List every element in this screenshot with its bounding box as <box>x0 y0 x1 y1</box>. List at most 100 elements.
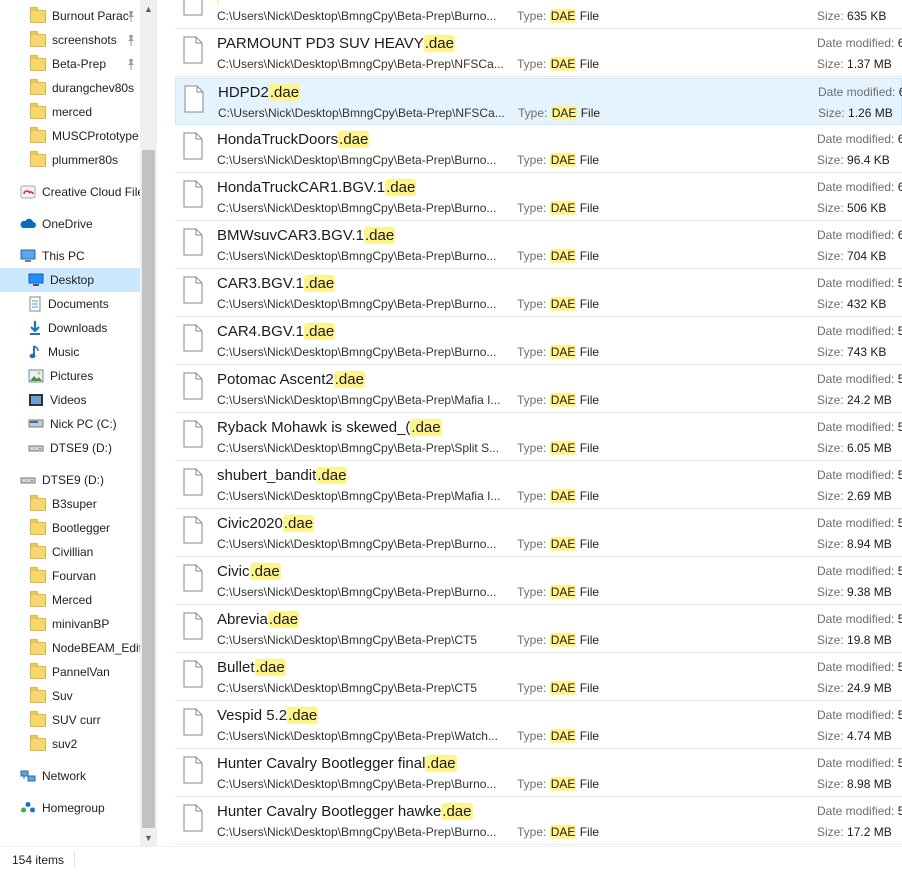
file-name-base: HondaTruckDoors <box>217 131 339 148</box>
nav-item-label: Videos <box>50 393 87 407</box>
file-row[interactable]: Civic2020.dae C:\Users\Nick\Desktop\BmngC… <box>175 510 902 557</box>
scroll-thumb[interactable] <box>142 150 155 828</box>
size-label: Size: <box>817 201 844 215</box>
nav-item-civillian[interactable]: Civillian <box>0 540 140 564</box>
date-value: 5 <box>897 372 902 386</box>
type-label: Type: <box>517 681 547 695</box>
file-row[interactable]: Ryback Mohawk is skewed_(.dae C:\Users\Ni… <box>175 414 902 461</box>
nav-item-merced[interactable]: Merced <box>0 588 140 612</box>
nav-item-dtse9-d[interactable]: DTSE9 (D:) <box>0 468 140 492</box>
nav-item-label: OneDrive <box>42 217 93 231</box>
nav-item-label: This PC <box>42 249 85 263</box>
file-row[interactable]: CAR3.BGV.1.dae C:\Users\Nick\Desktop\Bmng… <box>175 270 902 317</box>
file-row[interactable]: Abrevia.dae C:\Users\Nick\Desktop\BmngCpy… <box>175 606 902 653</box>
nav-item-merced[interactable]: merced <box>0 100 140 124</box>
nav-scrollbar[interactable]: ▲ ▼ <box>140 0 157 846</box>
file-type: Type: DAE File <box>517 825 599 839</box>
nav-item-suv2[interactable]: suv2 <box>0 732 140 756</box>
file-row[interactable]: HondaTruckDoors.dae C:\Users\Nick\Desktop… <box>175 126 902 173</box>
folder-icon <box>30 150 46 167</box>
nav-item-b3super[interactable]: B3super <box>0 492 140 516</box>
file-row[interactable]: HDPD2.dae C:\Users\Nick\Desktop\BmngCpy\B… <box>175 78 902 125</box>
nav-item-muscprototype[interactable]: MUSCPrototype <box>0 124 140 148</box>
size-label: Size: <box>817 777 844 791</box>
scroll-down-arrow-icon[interactable]: ▼ <box>140 829 157 846</box>
folder-icon <box>30 126 46 143</box>
folder-icon <box>30 710 46 727</box>
nav-item-downloads[interactable]: Downloads <box>0 316 140 340</box>
file-row[interactable]: PARMOUNT PD3 SUV HEAVY.dae C:\Users\Nick\… <box>175 30 902 77</box>
file-row[interactable]: HondaTruckCAR1.BGV.1.dae C:\Users\Nick\De… <box>175 174 902 221</box>
nav-item-screenshots[interactable]: screenshots <box>0 28 140 52</box>
nav-item-beta-prep[interactable]: Beta-Prep <box>0 52 140 76</box>
nav-item-creative-cloud-files[interactable]: Creative Cloud Files <box>0 180 140 204</box>
size-value: 24.9 MB <box>847 681 892 695</box>
nav-item-burnout-parac[interactable]: Burnout Parac <box>0 4 140 28</box>
nav-item-this-pc[interactable]: This PC <box>0 244 140 268</box>
file-row[interactable]: Potomac Ascent2.dae C:\Users\Nick\Desktop… <box>175 366 902 413</box>
file-name: BMWsuvCAR3.BGV.1.dae <box>217 227 396 244</box>
nav-item-videos[interactable]: Videos <box>0 388 140 412</box>
file-name-match: .dae <box>333 371 365 388</box>
nav-item-pictures[interactable]: Pictures <box>0 364 140 388</box>
folder-icon <box>30 518 46 535</box>
file-name-base: shubert_bandit <box>217 467 317 484</box>
file-row[interactable]: CAR4.BGV.1.dae C:\Users\Nick\Desktop\Bmng… <box>175 318 902 365</box>
date-value: 5 <box>897 324 902 338</box>
nav-item-desktop[interactable]: Desktop <box>0 268 140 292</box>
type-rest: File <box>576 729 600 743</box>
folder-icon <box>30 638 46 655</box>
nav-item-label: screenshots <box>52 33 117 47</box>
nav-item-fourvan[interactable]: Fourvan <box>0 564 140 588</box>
nav-item-music[interactable]: Music <box>0 340 140 364</box>
desktop-icon <box>28 273 44 287</box>
file-path: C:\Users\Nick\Desktop\BmngCpy\Beta-Prep\… <box>217 297 497 311</box>
file-row[interactable]: Civic.dae C:\Users\Nick\Desktop\BmngCpy\B… <box>175 558 902 605</box>
file-size: Size: 743 KB <box>817 345 886 359</box>
file-type: Type: DAE File <box>517 153 599 167</box>
type-rest: File <box>576 441 600 455</box>
file-type: Type: DAE File <box>517 249 599 263</box>
nav-item-homegroup[interactable]: Homegroup <box>0 796 140 820</box>
nav-item-bootlegger[interactable]: Bootlegger <box>0 516 140 540</box>
nav-item-onedrive[interactable]: OneDrive <box>0 212 140 236</box>
nav-item-plummer80s[interactable]: plummer80s <box>0 148 140 172</box>
nav-item-minivanbp[interactable]: minivanBP <box>0 612 140 636</box>
file-name-match: .dae <box>287 707 319 724</box>
file-type: Type: DAE File <box>517 345 599 359</box>
nav-item-pannelvan[interactable]: PannelVan <box>0 660 140 684</box>
size-label: Size: <box>817 441 844 455</box>
nav-item-nick-pc-c[interactable]: Nick PC (C:) <box>0 412 140 436</box>
file-row[interactable]: Hunter Cavalry Bootlegger hawke.dae C:\Us… <box>175 798 902 845</box>
nav-item-nodebeam-editor[interactable]: NodeBEAM_Editor <box>0 636 140 660</box>
nav-item-documents[interactable]: Documents <box>0 292 140 316</box>
type-label: Type: <box>517 249 547 263</box>
scroll-up-arrow-icon[interactable]: ▲ <box>140 0 157 17</box>
file-name: PARMOUNT PD3 SUV HEAVY.dae <box>217 35 455 52</box>
nav-item-label: Civillian <box>52 545 94 559</box>
file-name-match: .dae <box>425 755 457 772</box>
nav-item-durangchev80s[interactable]: durangchev80s <box>0 76 140 100</box>
file-row[interactable]: Bullet.dae C:\Users\Nick\Desktop\BmngCpy\… <box>175 654 902 701</box>
nav-item-label: plummer80s <box>52 153 119 167</box>
file-row[interactable]: C:\Users\Nick\Desktop\BmngCpy\Beta-Prep\… <box>175 0 902 29</box>
file-path: C:\Users\Nick\Desktop\BmngCpy\Beta-Prep\… <box>217 633 478 647</box>
nav-item-suv[interactable]: Suv <box>0 684 140 708</box>
file-name: HondaTruckDoors.dae <box>217 131 370 148</box>
file-size: Size: 2.69 MB <box>817 489 892 503</box>
nav-item-label: NodeBEAM_Editor <box>52 641 140 655</box>
file-row[interactable]: BMWsuvCAR3.BGV.1.dae C:\Users\Nick\Deskto… <box>175 222 902 269</box>
type-rest: File <box>576 297 600 311</box>
type-label: Type: <box>517 153 547 167</box>
nav-item-label: Desktop <box>50 273 95 287</box>
navigation-pane: Burnout Parac screenshots Beta-Prep durangc… <box>0 0 140 846</box>
size-value: 19.8 MB <box>847 633 892 647</box>
nav-item-network[interactable]: Network <box>0 764 140 788</box>
date-value: 5 <box>897 756 902 770</box>
nav-item-suv-curr[interactable]: SUV curr <box>0 708 140 732</box>
file-row[interactable]: Vespid 5.2.dae C:\Users\Nick\Desktop\Bmng… <box>175 702 902 749</box>
file-row[interactable]: Hunter Cavalry Bootlegger final.dae C:\Us… <box>175 750 902 797</box>
file-path: C:\Users\Nick\Desktop\BmngCpy\Beta-Prep\… <box>217 729 498 743</box>
file-row[interactable]: shubert_bandit.dae C:\Users\Nick\Desktop\… <box>175 462 902 509</box>
nav-item-dtse9-d[interactable]: DTSE9 (D:) <box>0 436 140 460</box>
